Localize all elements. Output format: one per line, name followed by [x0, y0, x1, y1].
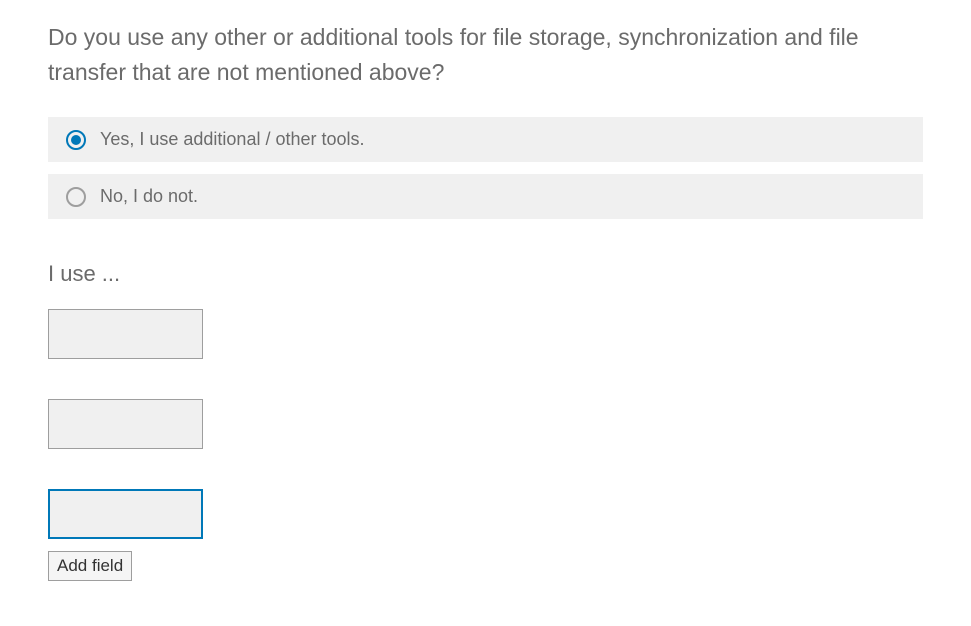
tool-input-1[interactable]	[48, 309, 203, 359]
add-field-button[interactable]: Add field	[48, 551, 132, 581]
radio-label-yes: Yes, I use additional / other tools.	[100, 129, 365, 150]
question-text: Do you use any other or additional tools…	[48, 20, 923, 89]
tool-input-3[interactable]	[48, 489, 203, 539]
radio-unselected-icon	[66, 187, 86, 207]
radio-option-yes[interactable]: Yes, I use additional / other tools.	[48, 117, 923, 162]
radio-selected-icon	[66, 130, 86, 150]
tool-input-2[interactable]	[48, 399, 203, 449]
radio-option-no[interactable]: No, I do not.	[48, 174, 923, 219]
radio-label-no: No, I do not.	[100, 186, 198, 207]
sub-heading: I use ...	[48, 261, 923, 287]
